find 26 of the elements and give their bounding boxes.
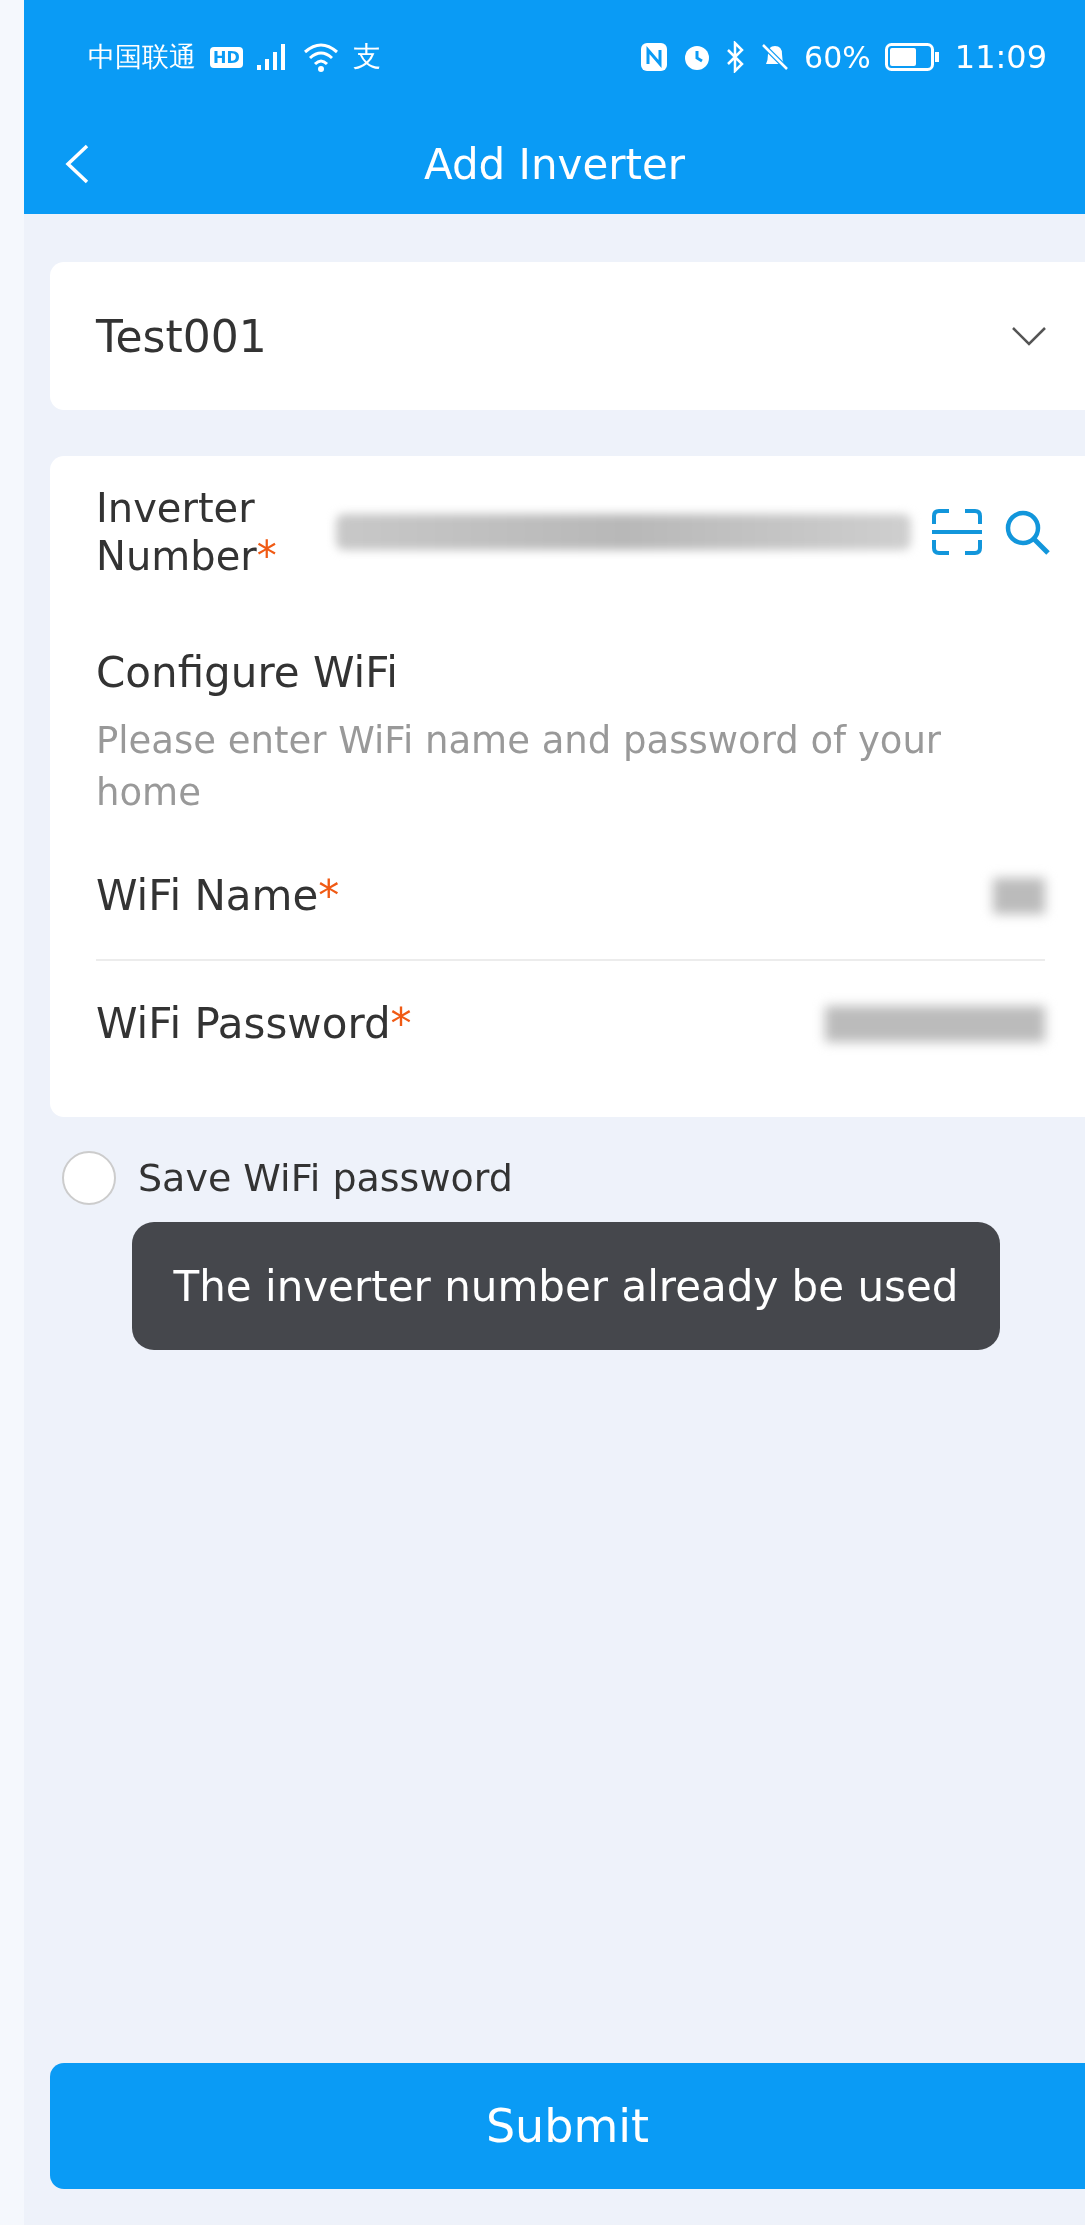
field-label: Inverter Number* — [96, 484, 278, 580]
app-glyph: 支 — [352, 39, 381, 75]
wifi-icon — [302, 42, 339, 72]
field-label: WiFi Name* — [96, 871, 341, 921]
toast-message: The inverter number already be used — [132, 1222, 1000, 1350]
save-password-label[interactable]: Save WiFi password — [138, 1155, 513, 1200]
blurred-value[interactable] — [825, 1005, 1045, 1042]
blurred-value[interactable] — [993, 877, 1045, 914]
section-title: Configure WiFi — [96, 648, 399, 697]
hd-badge: HD — [210, 46, 243, 68]
page-title: Add Inverter — [423, 139, 686, 189]
carrier-name: 中国联通 — [88, 40, 196, 74]
battery-icon — [884, 43, 941, 71]
station-dropdown[interactable]: Test001 — [50, 262, 1085, 410]
field-label: WiFi Password* — [96, 999, 413, 1049]
search-icon[interactable] — [1003, 508, 1051, 556]
battery-percent: 60% — [804, 39, 871, 75]
scan-icon[interactable] — [931, 508, 983, 556]
back-icon[interactable] — [64, 144, 90, 184]
radio-button[interactable] — [62, 1150, 116, 1205]
clock-time: 11:09 — [954, 38, 1047, 76]
blurred-value[interactable] — [336, 514, 911, 550]
nfc-icon — [640, 42, 669, 72]
muted-bell-icon — [760, 42, 791, 72]
chevron-down-icon — [1011, 326, 1047, 346]
section-hint: Please enter WiFi name and password of your home — [96, 718, 943, 816]
